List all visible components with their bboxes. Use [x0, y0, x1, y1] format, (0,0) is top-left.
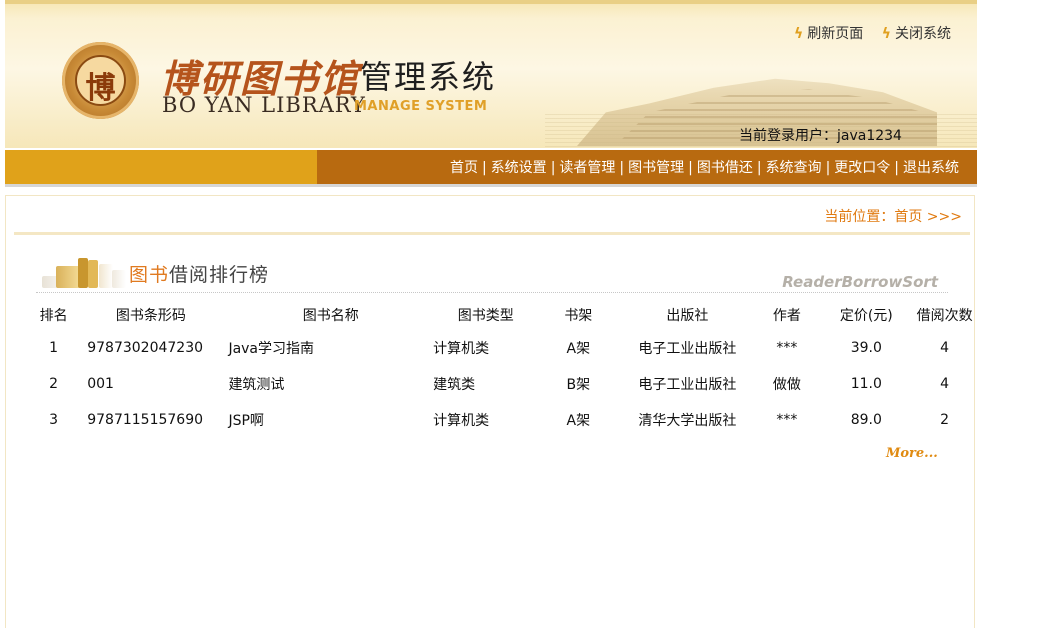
col-book-type: 图书类型 — [457, 308, 514, 324]
nav-item-home[interactable]: 首页 — [450, 160, 478, 176]
table-row: 3 9787115157690 JSP啊 计算机类 A架 清华大学出版社 ***… — [49, 412, 950, 429]
section-header: 图书借阅排行榜 ReaderBorrowSort — [36, 248, 948, 294]
logo-subtitle-en: MANAGE SYSTEM — [354, 99, 488, 114]
nav-item-books[interactable]: 图书管理 — [628, 160, 684, 176]
books-icon — [42, 258, 126, 288]
col-author: 作者 — [772, 308, 801, 324]
more-link[interactable]: More... — [886, 446, 938, 461]
library-seal-logo: 博 — [62, 42, 139, 119]
section-title-en: ReaderBorrowSort — [782, 273, 938, 291]
table-header-row: 排名 图书条形码 图书名称 图书类型 书架 出版社 作者 定价(元) 借阅次数 — [34, 300, 974, 330]
nav-item-query[interactable]: 系统查询 — [766, 160, 822, 176]
lightning-icon: ϟ — [881, 26, 891, 42]
logo-title-en: BO YAN LIBRARY — [162, 93, 366, 117]
content-panel: 当前位置：首页 >>> 图书借阅排行榜 ReaderBorrowSort 排名 … — [5, 195, 975, 628]
borrow-ranking-table: 排名 图书条形码 图书名称 图书类型 书架 出版社 作者 定价(元) 借阅次数 … — [34, 300, 974, 438]
section-title: 图书借阅排行榜 — [129, 264, 270, 286]
close-system-link[interactable]: 关闭系统 — [895, 26, 951, 42]
main-nav: 首页 | 系统设置 | 读者管理 | 图书管理 | 图书借还 | 系统查询 | 更改口令 | 退出系统 — [5, 150, 977, 184]
lightning-icon: ϟ — [794, 26, 804, 42]
col-publisher: 出版社 — [666, 308, 709, 324]
top-links: ϟ 刷新页面 ϟ 关闭系统 — [780, 23, 951, 43]
current-user-name: java1234 — [837, 128, 902, 144]
col-book-name: 图书名称 — [302, 308, 359, 324]
nav-item-change-password[interactable]: 更改口令 — [834, 160, 890, 176]
col-borrow-count: 借阅次数 — [916, 308, 973, 324]
col-shelf: 书架 — [564, 308, 593, 324]
nav-item-borrow-return[interactable]: 图书借还 — [697, 160, 753, 176]
nav-item-logout[interactable]: 退出系统 — [903, 160, 959, 176]
page: 博 博研图书馆 管理系统 BO YAN LIBRARY MANAGE SYSTE… — [5, 0, 977, 628]
logo-subtitle-cn: 管理系统 — [360, 58, 497, 96]
current-user-info: 当前登录用户：java1234 — [739, 125, 902, 145]
table-row: 2 001 建筑测试 建筑类 B架 电子工业出版社 做做 11.0 4 — [49, 376, 950, 393]
header-banner: 博 博研图书馆 管理系统 BO YAN LIBRARY MANAGE SYSTE… — [5, 0, 977, 148]
dotted-divider — [36, 292, 948, 293]
refresh-page-link[interactable]: 刷新页面 — [807, 26, 863, 42]
nav-item-settings[interactable]: 系统设置 — [491, 160, 547, 176]
nav-item-readers[interactable]: 读者管理 — [559, 160, 615, 176]
col-rank: 排名 — [39, 308, 68, 324]
table-row: 1 9787302047230 Java学习指南 计算机类 A架 电子工业出版社… — [49, 340, 950, 357]
current-user-label: 当前登录用户： — [739, 128, 837, 144]
divider — [14, 232, 970, 235]
col-barcode: 图书条形码 — [115, 308, 186, 324]
breadcrumb: 当前位置：首页 >>> — [824, 209, 962, 225]
col-price: 定价(元) — [839, 308, 893, 324]
